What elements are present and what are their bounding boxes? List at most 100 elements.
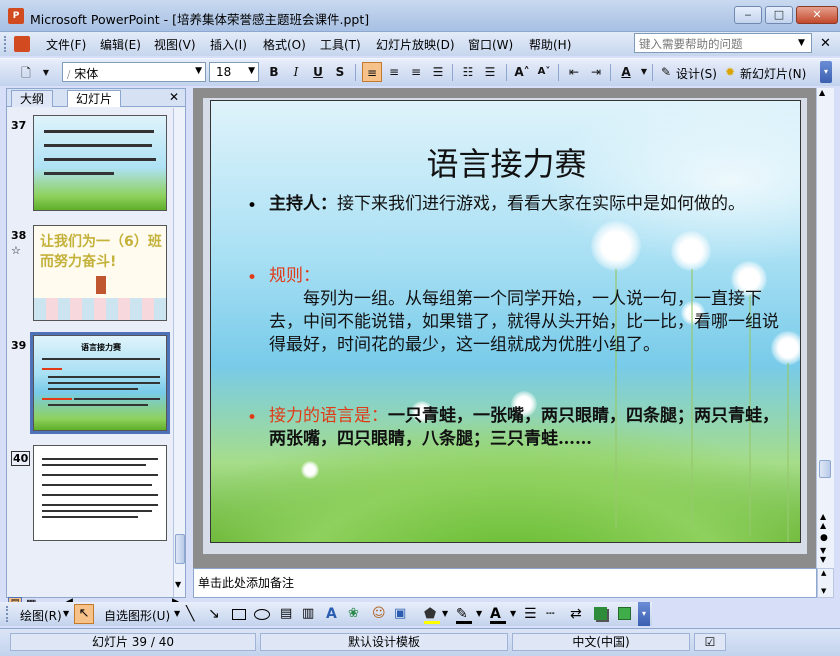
design-button[interactable]: 设计(S) — [676, 65, 717, 82]
menu-view[interactable]: 视图(V) — [152, 36, 198, 53]
notes-pane[interactable]: 单击此处添加备注 — [193, 568, 817, 598]
select-objects-icon[interactable]: ↖ — [74, 604, 94, 624]
thumbnails-scrollbar[interactable]: ▼ — [173, 108, 185, 597]
powerpoint-window: P Microsoft PowerPoint - [培养集体荣誉感主题班会课件.… — [0, 0, 840, 656]
spellcheck-icon[interactable]: ☑ — [694, 633, 726, 651]
vertical-textbox-icon[interactable]: ▥ — [302, 606, 318, 622]
close-pane-icon[interactable]: ✕ — [169, 90, 179, 104]
3d-style-icon[interactable] — [618, 607, 631, 620]
font-icon: ⧸ — [67, 70, 71, 81]
bullet-text-rules: 每列为一组。从每组第一个同学开始，一人说一句，一直接下去，中间不能说错，如果错了… — [269, 289, 779, 355]
picture-icon[interactable]: ▣ — [394, 606, 410, 622]
chevron-down-icon[interactable]: ▼ — [798, 38, 805, 48]
bullet-host[interactable]: 主持人：接下来我们进行游戏，看看大家在实际中是如何做的。 — [269, 193, 779, 216]
toolbar-options-icon[interactable]: ▾ — [820, 61, 832, 83]
rectangle-tool-icon[interactable] — [232, 609, 246, 620]
clipart-icon[interactable]: ☺ — [372, 606, 388, 622]
scrollbar-thumb[interactable] — [175, 534, 185, 564]
status-slide-position: 幻灯片 39 / 40 — [10, 633, 256, 651]
thumb-number: 39 — [11, 339, 27, 352]
menu-tools[interactable]: 工具(T) — [318, 36, 363, 53]
fill-color-icon[interactable]: ⬟ — [424, 606, 440, 622]
slide-thumbnail-39[interactable]: 语言接力赛 — [30, 332, 170, 434]
close-document-icon[interactable]: ✕ — [820, 36, 831, 51]
font-size-select[interactable]: 18 ▼ — [209, 62, 259, 82]
bullet-label-relay: 接力的语言是： — [269, 406, 388, 426]
menu-window[interactable]: 窗口(W) — [466, 36, 515, 53]
arrow-tool-icon[interactable]: ↘ — [208, 606, 224, 622]
previous-slide-icon[interactable]: ▲ ▲ — [820, 512, 826, 530]
arrow-style-icon[interactable]: ⇄ — [570, 606, 586, 622]
select-browse-icon[interactable]: ● — [820, 533, 828, 543]
scroll-down-icon[interactable]: ▼ — [175, 580, 181, 589]
slide-thumbnail-37[interactable] — [33, 115, 167, 211]
line-style-icon[interactable]: ☰ — [524, 606, 540, 622]
current-slide[interactable]: 语言接力赛 • 主持人：接下来我们进行游戏，看看大家在实际中是如何做的。 • 规… — [210, 100, 801, 543]
toolbar-grip[interactable] — [4, 36, 7, 52]
minimize-button[interactable]: ‒ — [734, 6, 762, 24]
chevron-down-icon[interactable]: ▼ — [442, 609, 448, 618]
menu-edit[interactable]: 编辑(E) — [98, 36, 143, 53]
toolbar-grip[interactable] — [6, 606, 9, 622]
bullet-label-host: 主持人： — [269, 194, 337, 214]
line-color-icon[interactable]: ✎ — [456, 606, 472, 622]
dandelion-decor — [301, 461, 319, 479]
document-icon[interactable] — [14, 36, 30, 52]
slide-title[interactable]: 语言接力赛 — [211, 139, 800, 185]
menu-insert[interactable]: 插入(I) — [208, 36, 249, 53]
font-name-select[interactable]: ⧸ 宋体 ▼ — [62, 62, 206, 82]
chevron-down-icon[interactable]: ▼ — [63, 609, 69, 618]
window-title: Microsoft PowerPoint - [培养集体荣誉感主题班会课件.pp… — [30, 12, 370, 27]
new-slide-button[interactable]: 新幻灯片(N) — [740, 65, 806, 82]
font-size-value: 18 — [216, 65, 232, 79]
toolbar-options-icon[interactable]: ▾ — [638, 602, 650, 626]
help-search-input[interactable]: 键入需要帮助的问题 — [634, 33, 812, 53]
status-bar: 幻灯片 39 / 40 默认设计模板 中文(中国) ☑ — [0, 628, 840, 656]
line-tool-icon[interactable]: ╲ — [186, 606, 202, 622]
slide-scrollbar[interactable]: ▲ ▲ ▲ ● ▼ ▼ — [816, 88, 834, 568]
menu-format[interactable]: 格式(O) — [261, 36, 308, 53]
diagram-icon[interactable]: ❀ — [348, 606, 364, 622]
textbox-tool-icon[interactable]: ▤ — [280, 606, 296, 622]
line-color-swatch — [456, 621, 472, 624]
shadow-style-icon[interactable] — [594, 607, 607, 620]
status-design-template[interactable]: 默认设计模板 — [260, 633, 508, 651]
maximize-button[interactable]: □ — [765, 6, 793, 24]
slide-thumbnail-40[interactable] — [33, 445, 167, 541]
menu-slideshow[interactable]: 幻灯片放映(D) — [374, 36, 457, 53]
title-bar: P Microsoft PowerPoint - [培养集体荣誉感主题班会课件.… — [0, 0, 840, 32]
scroll-up-icon[interactable]: ▲ — [819, 88, 825, 97]
bullet-relay[interactable]: 接力的语言是：一只青蛙，一张嘴，两只眼睛，四条腿；两只青蛙，两张嘴，四只眼睛，八… — [269, 405, 779, 451]
font-name-value: 宋体 — [74, 67, 99, 81]
close-button[interactable]: ✕ — [796, 6, 838, 24]
bullet-text-host: 接下来我们进行游戏，看看大家在实际中是如何做的。 — [337, 194, 745, 214]
draw-menu-button[interactable]: 绘图(R) — [20, 607, 62, 624]
thumb-number: 37 — [11, 119, 27, 132]
bullet-label-rules: 规则： — [269, 266, 320, 286]
chevron-down-icon[interactable]: ▼ — [174, 609, 180, 618]
notes-scrollbar[interactable]: ▲ ▼ — [817, 568, 834, 598]
thumb-title: 语言接力赛 — [81, 343, 121, 352]
dash-style-icon[interactable]: ┄ — [546, 606, 562, 622]
tab-slides[interactable]: 幻灯片 — [67, 90, 122, 107]
new-document-icon[interactable]: 🗋 — [16, 63, 36, 83]
next-slide-icon[interactable]: ▼ ▼ — [820, 546, 826, 564]
slide-thumbnail-38[interactable]: 让我们为一（6）班而努力奋斗! — [33, 225, 167, 321]
dandelion-decor — [591, 221, 641, 271]
scrollbar-thumb[interactable] — [819, 460, 831, 478]
powerpoint-app-icon[interactable]: P — [8, 8, 24, 24]
wordart-icon[interactable]: A — [326, 606, 342, 622]
font-color-icon[interactable]: A — [490, 606, 506, 622]
thumb-banner-text: 让我们为一（6）班而努力奋斗! — [40, 234, 162, 270]
chevron-down-icon[interactable]: ▼ — [510, 609, 516, 618]
oval-tool-icon[interactable] — [254, 609, 270, 620]
bullet-rules[interactable]: 规则： 每列为一组。从每组第一个同学开始，一人说一句，一直接下去，中间不能说错，… — [269, 265, 779, 357]
bullet-dot: • — [247, 268, 258, 288]
pane-tabs: 大纲 幻灯片 ✕ — [7, 89, 185, 107]
autoshapes-button[interactable]: 自选图形(U) — [104, 607, 170, 624]
chevron-down-icon[interactable]: ▼ — [36, 63, 56, 83]
menu-file[interactable]: 文件(F) — [44, 36, 88, 53]
chevron-down-icon[interactable]: ▼ — [476, 609, 482, 618]
menu-help[interactable]: 帮助(H) — [527, 36, 573, 53]
tab-outline[interactable]: 大纲 — [11, 90, 54, 107]
